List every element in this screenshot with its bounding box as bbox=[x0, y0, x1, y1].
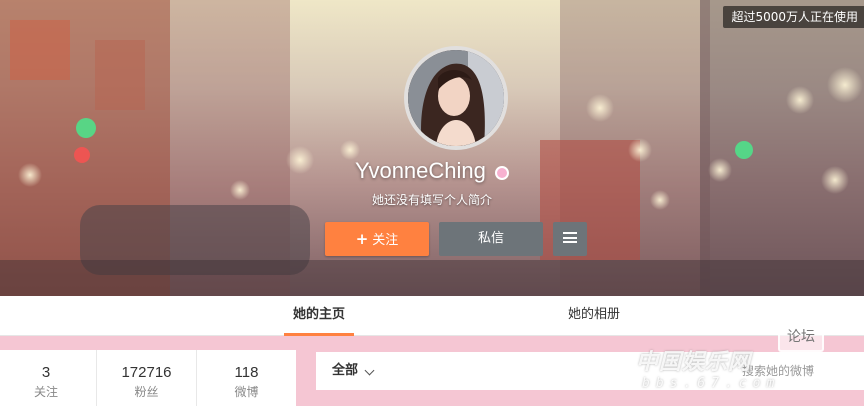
stat-following[interactable]: 3 关注 bbox=[0, 350, 92, 406]
message-label: 私信 bbox=[477, 231, 504, 246]
avatar-photo bbox=[408, 50, 504, 146]
feed-search-input[interactable]: 搜索她的微博 bbox=[742, 352, 814, 390]
promo-badge[interactable]: 超过5000万人正在使用 bbox=[723, 6, 864, 28]
follow-label: 关注 bbox=[372, 233, 399, 248]
profile-cover: 超过5000万人正在使用 YvonneChing 她还没有填写个人简介 + 关注 … bbox=[0, 0, 864, 296]
stat-posts[interactable]: 118 微博 bbox=[196, 350, 296, 406]
stat-value: 3 bbox=[41, 364, 51, 381]
stat-label: 微博 bbox=[234, 385, 259, 399]
stat-value: 172716 bbox=[121, 364, 172, 381]
cover-street-image bbox=[0, 0, 864, 296]
avatar[interactable] bbox=[404, 46, 508, 150]
tab-album[interactable]: 她的相册 bbox=[556, 296, 632, 336]
username[interactable]: YvonneChing bbox=[355, 158, 486, 184]
menu-icon bbox=[563, 232, 577, 243]
more-menu-button[interactable] bbox=[553, 222, 587, 256]
stat-followers[interactable]: 172716 粉丝 bbox=[96, 350, 196, 406]
stat-label: 关注 bbox=[33, 385, 58, 399]
stat-value: 118 bbox=[234, 364, 259, 381]
plus-icon: + bbox=[355, 230, 369, 248]
tab-home[interactable]: 她的主页 bbox=[284, 296, 354, 336]
username-row: YvonneChing bbox=[0, 158, 864, 184]
message-button[interactable]: 私信 bbox=[439, 222, 543, 256]
filter-all-dropdown[interactable]: 全部 bbox=[332, 352, 358, 390]
profile-stats: 3 关注 172716 粉丝 118 微博 bbox=[0, 350, 296, 406]
follow-button[interactable]: + 关注 bbox=[325, 222, 429, 256]
chevron-down-icon[interactable] bbox=[364, 365, 375, 376]
user-bio: 她还没有填写个人简介 bbox=[371, 193, 492, 207]
watermark-badge: 论坛 bbox=[778, 322, 824, 352]
feed-filter-bar: 全部 搜索她的微博 bbox=[316, 352, 864, 390]
female-icon bbox=[494, 166, 509, 180]
profile-tab-bar: 她的主页 她的相册 bbox=[0, 296, 864, 336]
stat-label: 粉丝 bbox=[134, 385, 159, 399]
